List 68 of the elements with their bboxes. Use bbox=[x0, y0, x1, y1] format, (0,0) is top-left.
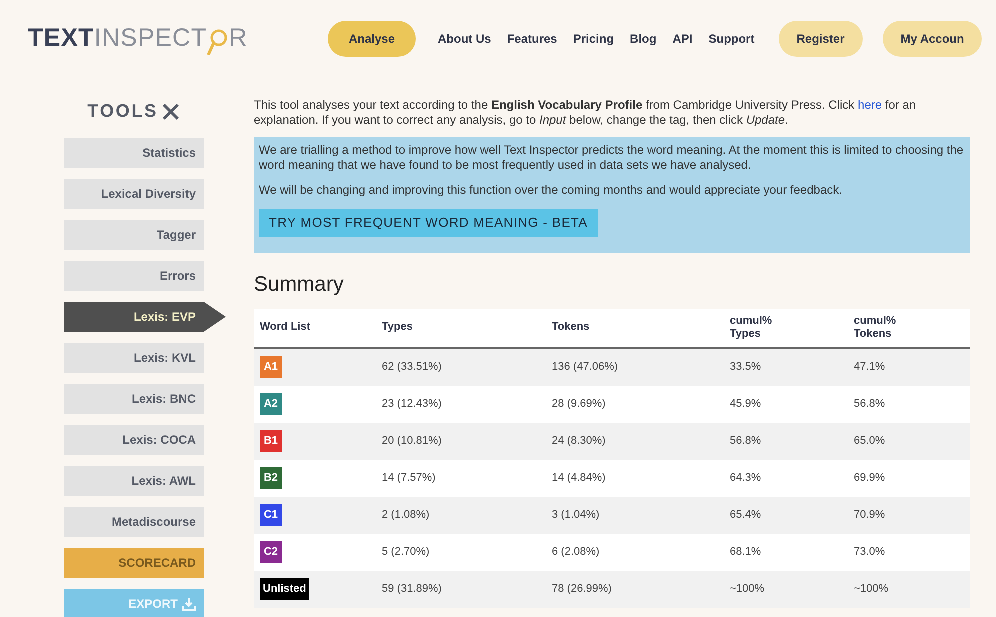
nav-button[interactable]: Register bbox=[778, 21, 863, 57]
tool-item[interactable]: Lexis: BNC bbox=[64, 384, 204, 414]
level-tag: Unlisted bbox=[260, 578, 310, 600]
summary-heading: Summary bbox=[254, 272, 345, 298]
nav-button[interactable]: My Accoun bbox=[882, 21, 982, 57]
tool-item[interactable]: Metadiscourse bbox=[64, 507, 204, 537]
table-cell-text: 45.9% bbox=[730, 396, 762, 412]
nav-link[interactable]: Support bbox=[704, 30, 759, 48]
table-cell-text: 47.1% bbox=[854, 360, 886, 375]
level-tag: B2 bbox=[260, 467, 282, 489]
logo[interactable]: TEXTINSPECT R bbox=[28, 20, 328, 58]
table-cell-text: 2 (1.08%) bbox=[382, 508, 431, 523]
column-header: Tokens bbox=[552, 321, 591, 334]
nav-link[interactable]: Features bbox=[503, 30, 562, 48]
nav-link[interactable]: Pricing bbox=[569, 30, 618, 48]
column-header: cumul% Types bbox=[730, 314, 774, 340]
column-header: Types bbox=[382, 321, 414, 334]
table-cell-text: 65.0% bbox=[854, 434, 886, 449]
table-cell-text: 33.5% bbox=[730, 360, 762, 375]
table-cell-text: 20 (10.81%) bbox=[382, 434, 443, 449]
nav-link[interactable]: About Us bbox=[434, 30, 496, 48]
table-cell-text: 14 (7.57%) bbox=[382, 470, 437, 486]
sidebar-title: TOOLS bbox=[88, 100, 158, 123]
nav-link[interactable]: API bbox=[668, 30, 697, 48]
table-cell-text: 70.9% bbox=[854, 508, 886, 523]
table-cell-text: 68.1% bbox=[730, 544, 762, 560]
nav-link[interactable]: Blog bbox=[626, 30, 661, 48]
tool-item[interactable]: Lexis: COCA bbox=[64, 425, 204, 455]
tool-item[interactable]: Statistics bbox=[64, 138, 204, 168]
tool-item[interactable]: Lexis: AWL bbox=[64, 466, 204, 496]
table-cell-text: 3 (1.04%) bbox=[552, 508, 601, 523]
table-cell-text: 28 (9.69%) bbox=[552, 396, 607, 412]
column-header: Word List bbox=[260, 321, 312, 334]
column-header: cumul% Tokens bbox=[854, 314, 898, 340]
table-cell-text: 59 (31.89%) bbox=[382, 582, 443, 597]
level-tag: A1 bbox=[260, 356, 282, 378]
table-cell-text: 14 (4.84%) bbox=[552, 470, 607, 486]
table-cell-text: 69.9% bbox=[854, 470, 886, 486]
table-cell-text: 64.3% bbox=[730, 470, 762, 486]
here-link[interactable]: here bbox=[858, 98, 882, 112]
table-cell-text: 24 (8.30%) bbox=[552, 434, 607, 449]
level-tag: C1 bbox=[260, 504, 282, 526]
table-cell-text: ~100% bbox=[730, 582, 766, 597]
level-tag: B1 bbox=[260, 430, 282, 452]
table-cell-text: 62 (33.51%) bbox=[382, 360, 443, 375]
tool-item[interactable]: Lexical Diversity bbox=[64, 179, 204, 209]
table-cell-text: 73.0% bbox=[854, 544, 886, 560]
tool-item[interactable]: Errors bbox=[64, 261, 204, 291]
tool-item[interactable]: Lexis: KVL bbox=[64, 343, 204, 373]
table-cell-text: ~100% bbox=[854, 582, 890, 597]
table-cell-text: 136 (47.06%) bbox=[552, 360, 620, 375]
table-cell-text: 6 (2.08%) bbox=[552, 544, 601, 560]
table-cell-text: 78 (26.99%) bbox=[552, 582, 613, 597]
table-cell-text: 65.4% bbox=[730, 508, 762, 523]
nav-button[interactable]: Analyse bbox=[328, 21, 416, 57]
notice-text: We will be changing and improving this function over the coming months and would appreciate your feedback. bbox=[259, 183, 844, 198]
table-cell-text: 56.8% bbox=[854, 396, 886, 412]
table-cell-text: 56.8% bbox=[730, 434, 762, 449]
level-tag: C2 bbox=[260, 541, 282, 563]
tool-item[interactable]: Tagger bbox=[64, 220, 204, 250]
download-icon bbox=[182, 597, 196, 611]
table-cell-text: 23 (12.43%) bbox=[382, 396, 443, 412]
table-cell-text: 5 (2.70%) bbox=[382, 544, 431, 560]
beta-button[interactable]: TRY MOST FREQUENT WORD MEANING - BETA bbox=[259, 209, 598, 237]
level-tag: A2 bbox=[260, 393, 282, 415]
tool-item[interactable]: Lexis: EVP bbox=[64, 302, 226, 332]
intro-paragraph: This tool analyses your text according to the English Vocabulary Profile from Cambridge University Press. Click here for an explanation. If you want to correct any analysis, go to Input below, change the tag, then click Update. bbox=[254, 98, 918, 128]
notice-text: We are trialling a method to improve how well Text Inspector predicts the word meaning. At the moment this is limited to choosing the word meaning that we have found to be most frequently used in data sets we have analysed. bbox=[259, 143, 965, 173]
